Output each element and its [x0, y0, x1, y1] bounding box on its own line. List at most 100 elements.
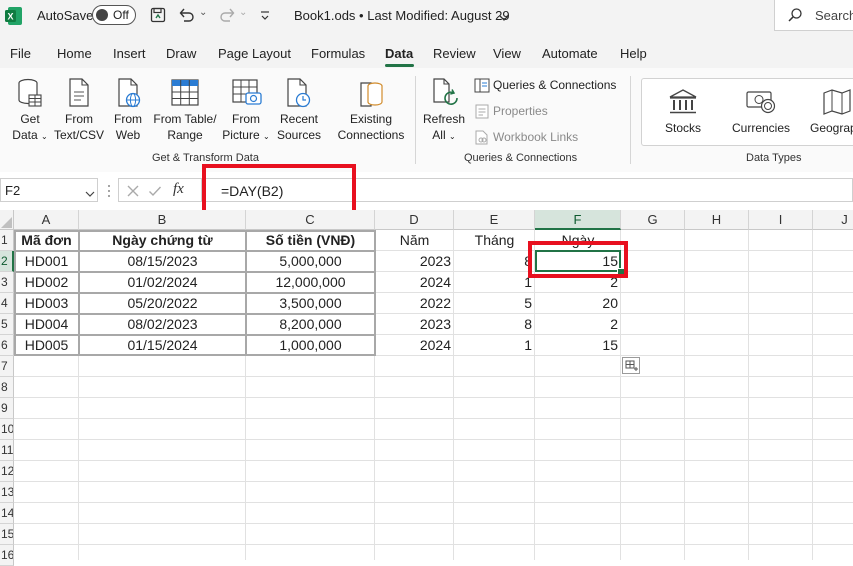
- cell-f4[interactable]: 20: [535, 293, 621, 314]
- tab-home[interactable]: Home: [57, 46, 92, 61]
- cell-b2[interactable]: 08/15/2023: [79, 251, 246, 272]
- cell-a1[interactable]: Mã đơn: [14, 230, 79, 251]
- auto-fill-options-button[interactable]: [622, 357, 640, 374]
- cell-d2[interactable]: 2023: [375, 251, 454, 272]
- geography-button[interactable]: Geography: [806, 84, 853, 142]
- tab-help[interactable]: Help: [620, 46, 647, 61]
- tab-page-layout[interactable]: Page Layout: [218, 46, 291, 61]
- from-web-button[interactable]: From Web: [108, 76, 148, 146]
- insert-function-icon[interactable]: fx: [173, 181, 184, 198]
- chevron-down-icon[interactable]: [85, 186, 95, 197]
- cell-e3[interactable]: 1: [454, 272, 535, 293]
- column-header-j[interactable]: J: [813, 210, 853, 230]
- cell-d1[interactable]: Năm: [375, 230, 454, 251]
- currencies-button[interactable]: Currencies: [726, 84, 796, 142]
- stocks-button[interactable]: Stocks: [652, 84, 714, 142]
- from-text-csv-button[interactable]: From Text/CSV: [54, 76, 104, 146]
- row-header-8[interactable]: 8: [0, 377, 14, 398]
- cell-a5[interactable]: HD004: [14, 314, 79, 335]
- column-header-b[interactable]: B: [79, 210, 246, 230]
- get-data-button[interactable]: Get Data ⌄: [10, 76, 50, 146]
- cell-c5[interactable]: 8,200,000: [246, 314, 375, 335]
- column-header-a[interactable]: A: [14, 210, 79, 230]
- undo-icon[interactable]: [178, 7, 196, 23]
- queries-connections-button[interactable]: Queries & Connections: [472, 77, 622, 95]
- cell-d3[interactable]: 2024: [375, 272, 454, 293]
- row-header-7[interactable]: 7: [0, 356, 14, 377]
- column-header-i[interactable]: I: [749, 210, 813, 230]
- cancel-icon[interactable]: [126, 184, 140, 198]
- row-header-9[interactable]: 9: [0, 398, 14, 419]
- row-header-15[interactable]: 15: [0, 524, 14, 545]
- cell-c2[interactable]: 5,000,000: [246, 251, 375, 272]
- cell-a3[interactable]: HD002: [14, 272, 79, 293]
- cell-f5[interactable]: 2: [535, 314, 621, 335]
- cell-c6[interactable]: 1,000,000: [246, 335, 375, 356]
- cell-c1[interactable]: Số tiền (VNĐ): [246, 230, 375, 251]
- cell-b3[interactable]: 01/02/2024: [79, 272, 246, 293]
- row-header-6[interactable]: 6: [0, 335, 14, 356]
- row-header-16[interactable]: 16: [0, 545, 14, 566]
- tab-draw[interactable]: Draw: [166, 46, 196, 61]
- document-title[interactable]: Book1.ods • Last Modified: August 29: [294, 8, 510, 23]
- cell-d5[interactable]: 2023: [375, 314, 454, 335]
- tab-file[interactable]: File: [10, 46, 31, 61]
- cell-b1[interactable]: Ngày chứng từ: [79, 230, 246, 251]
- column-header-c[interactable]: C: [246, 210, 375, 230]
- cell-a4[interactable]: HD003: [14, 293, 79, 314]
- column-header-f[interactable]: F: [535, 210, 621, 230]
- from-picture-button[interactable]: From Picture ⌄: [221, 76, 271, 146]
- tab-formulas[interactable]: Formulas: [311, 46, 365, 61]
- tab-review[interactable]: Review: [433, 46, 476, 61]
- cell-b6[interactable]: 01/15/2024: [79, 335, 246, 356]
- autosave-toggle[interactable]: Off: [92, 5, 136, 25]
- redo-dropdown-icon[interactable]: ⌄: [239, 7, 247, 18]
- recent-sources-button[interactable]: Recent Sources: [274, 76, 324, 146]
- column-header-h[interactable]: H: [685, 210, 749, 230]
- existing-connections-button[interactable]: Existing Connections: [334, 76, 408, 146]
- row-header-13[interactable]: 13: [0, 482, 14, 503]
- from-table-range-button[interactable]: From Table/Range: [150, 76, 220, 146]
- cell-e2[interactable]: 8: [454, 251, 535, 272]
- tab-automate[interactable]: Automate: [542, 46, 598, 61]
- row-header-1[interactable]: 1: [0, 230, 14, 251]
- cell-c4[interactable]: 3,500,000: [246, 293, 375, 314]
- cell-f6[interactable]: 15: [535, 335, 621, 356]
- properties-button[interactable]: Properties: [472, 103, 582, 121]
- column-header-d[interactable]: D: [375, 210, 454, 230]
- row-header-3[interactable]: 3: [0, 272, 14, 293]
- cell-b5[interactable]: 08/02/2023: [79, 314, 246, 335]
- row-header-14[interactable]: 14: [0, 503, 14, 524]
- row-header-2[interactable]: 2: [0, 251, 14, 272]
- select-all-corner[interactable]: [0, 210, 14, 230]
- search-box[interactable]: Search: [774, 0, 853, 31]
- customize-toolbar-icon[interactable]: [259, 9, 271, 21]
- enter-check-icon[interactable]: [148, 184, 162, 198]
- row-header-10[interactable]: 10: [0, 419, 14, 440]
- cell-e5[interactable]: 8: [454, 314, 535, 335]
- cell-c3[interactable]: 12,000,000: [246, 272, 375, 293]
- column-header-e[interactable]: E: [454, 210, 535, 230]
- undo-dropdown-icon[interactable]: ⌄: [199, 7, 207, 18]
- redo-icon[interactable]: [218, 7, 236, 23]
- cell-e6[interactable]: 1: [454, 335, 535, 356]
- cell-e4[interactable]: 5: [454, 293, 535, 314]
- cell-a6[interactable]: HD005: [14, 335, 79, 356]
- save-icon[interactable]: [150, 7, 166, 23]
- row-header-4[interactable]: 4: [0, 293, 14, 314]
- row-header-12[interactable]: 12: [0, 461, 14, 482]
- tab-view[interactable]: View: [493, 46, 521, 61]
- cell-d4[interactable]: 2022: [375, 293, 454, 314]
- column-header-g[interactable]: G: [621, 210, 685, 230]
- title-dropdown-icon[interactable]: [498, 10, 510, 21]
- refresh-all-button[interactable]: Refresh All ⌄: [421, 76, 467, 146]
- workbook-links-button[interactable]: Workbook Links: [472, 129, 592, 147]
- cell-b4[interactable]: 05/20/2022: [79, 293, 246, 314]
- tab-insert[interactable]: Insert: [113, 46, 146, 61]
- row-header-5[interactable]: 5: [0, 314, 14, 335]
- formula-bar-grip-icon[interactable]: [107, 184, 111, 198]
- name-box[interactable]: F2: [0, 178, 98, 202]
- tab-data[interactable]: Data: [385, 46, 413, 61]
- row-header-11[interactable]: 11: [0, 440, 14, 461]
- cell-d6[interactable]: 2024: [375, 335, 454, 356]
